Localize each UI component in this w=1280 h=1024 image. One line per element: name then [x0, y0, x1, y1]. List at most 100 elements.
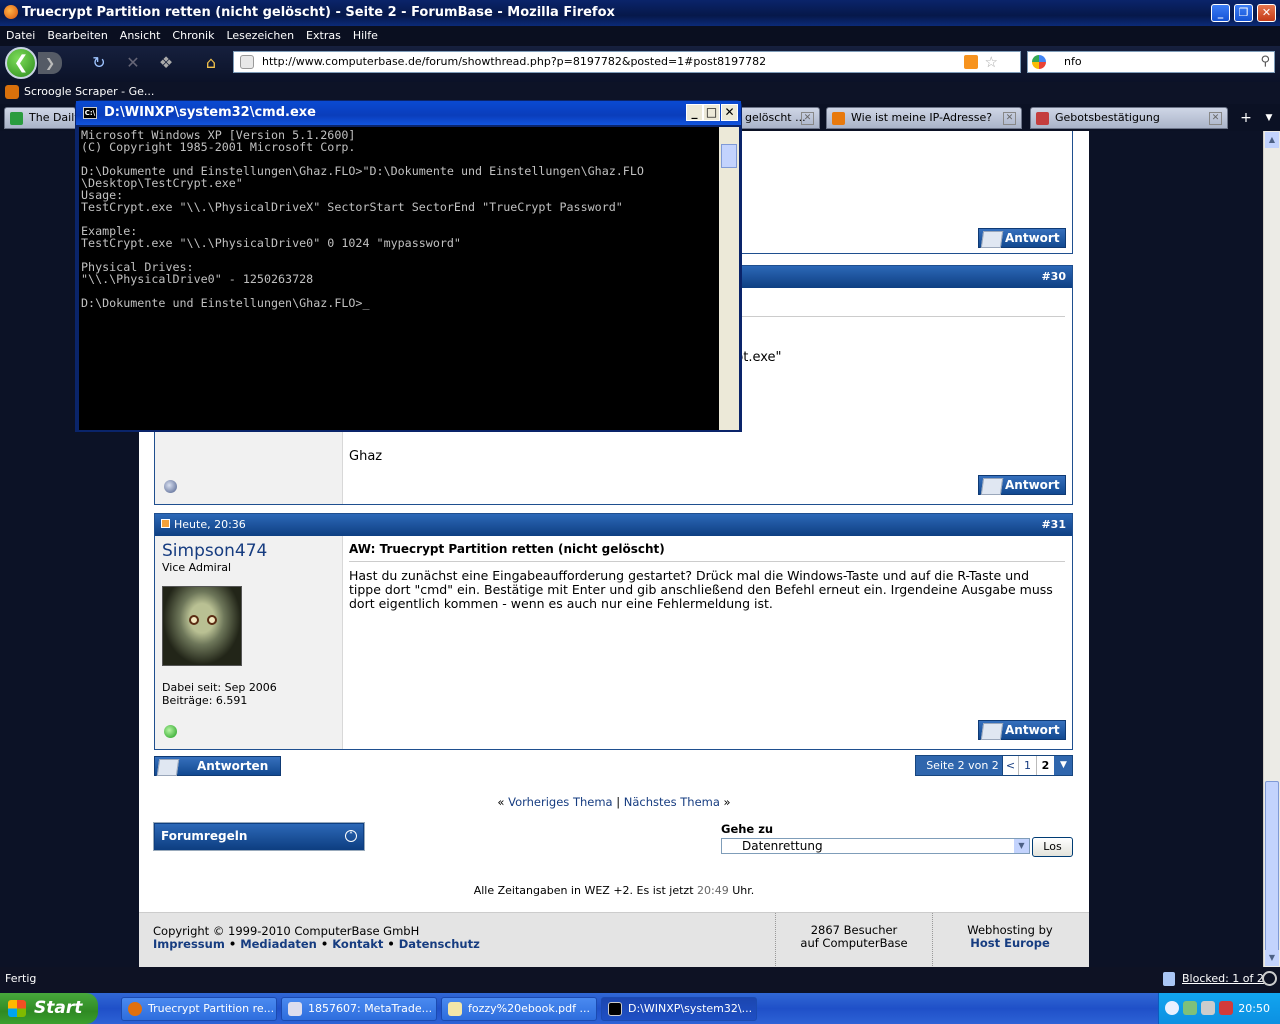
antwort-button-29[interactable]: Antwort	[978, 228, 1066, 248]
scroogle-icon	[5, 85, 19, 99]
skype-icon[interactable]	[1262, 971, 1277, 986]
next-thread-link[interactable]: Nächstes Thema	[624, 795, 720, 809]
tab-favicon	[1036, 112, 1049, 125]
avatar[interactable]	[162, 586, 242, 666]
menu-extras[interactable]: Extras	[300, 26, 347, 45]
scroll-down-arrow[interactable]: ▼	[1265, 950, 1279, 966]
tab-favicon	[832, 112, 845, 125]
post-number[interactable]: #31	[1041, 514, 1066, 535]
dropdown-icon[interactable]: ▼	[1014, 839, 1029, 853]
url-bar[interactable]: http://www.computerbase.de/forum/showthr…	[233, 51, 1021, 73]
adblock-icon[interactable]	[1163, 972, 1175, 986]
cmd-minimize-button[interactable]: _	[686, 104, 703, 121]
search-icon[interactable]: ⚲	[1260, 52, 1270, 72]
search-bar[interactable]: nfo ⚲	[1027, 51, 1275, 73]
stop-icon[interactable]: ✕	[122, 52, 144, 74]
page-scrollbar[interactable]: ▲ ▼	[1263, 131, 1280, 967]
search-input[interactable]: nfo	[1064, 55, 1082, 68]
pager-label: Seite 2 von 2	[926, 759, 999, 772]
status-text: Fertig	[5, 972, 37, 985]
pager-page-1[interactable]: 1	[1018, 756, 1036, 775]
goto-button[interactable]: Los	[1032, 837, 1073, 857]
tab-ip-adresse[interactable]: Wie ist meine IP-Adresse? ✕	[826, 107, 1022, 129]
antwort-button-30[interactable]: Antwort	[978, 475, 1066, 495]
back-button[interactable]: ❮	[5, 47, 37, 79]
console-line: TestCrypt.exe "\\.\PhysicalDriveX" Secto…	[81, 200, 623, 214]
scroll-thumb[interactable]	[1265, 781, 1279, 961]
username[interactable]: Simpson474	[162, 541, 267, 561]
cmd-console-output[interactable]: Microsoft Windows XP [Version 5.1.2600](…	[79, 127, 719, 430]
task-cmd[interactable]: D:\WINXP\system32\...	[601, 997, 757, 1021]
tab-close-icon[interactable]: ✕	[1209, 112, 1222, 125]
datenschutz-link[interactable]: Datenschutz	[399, 937, 480, 951]
time-info: Alle Zeitangaben in WEZ +2. Es ist jetzt…	[139, 884, 1089, 897]
prev-arrow: «	[497, 795, 509, 809]
tab-gebotsbestaetigung[interactable]: Gebotsbestätigung ✕	[1030, 107, 1228, 129]
goto-select[interactable]: Datenrettung ▼	[721, 838, 1030, 854]
cmd-close-button[interactable]: ✕	[721, 104, 738, 121]
visitor-count: 2867 Besucher auf ComputerBase	[775, 913, 933, 968]
tab-daily[interactable]: The Daily	[4, 107, 76, 129]
new-tab-button[interactable]: +	[1236, 107, 1256, 129]
collapse-icon[interactable]: ˄	[345, 830, 357, 842]
task-firefox[interactable]: Truecrypt Partition re...	[121, 997, 277, 1021]
tab-list-button[interactable]: ▼	[1260, 107, 1278, 129]
blocked-count[interactable]: Blocked: 1 of 2	[1182, 967, 1264, 991]
menu-chronik[interactable]: Chronik	[166, 26, 220, 45]
forumregeln-panel[interactable]: Forumregeln ˄	[153, 822, 365, 851]
antworten-button[interactable]: Antworten	[154, 756, 281, 776]
cmd-scroll-thumb[interactable]	[721, 144, 737, 168]
bookmark-manager-icon[interactable]: ❖	[155, 52, 177, 74]
bookmark-scroogle[interactable]: Scroogle Scraper - Ge...	[24, 85, 154, 98]
menu-datei[interactable]: Datei	[0, 26, 41, 45]
task-metatrader[interactable]: 1857607: MetaTrade...	[281, 997, 437, 1021]
star-icon[interactable]: ☆	[985, 52, 998, 72]
cmd-scrollbar[interactable]	[719, 127, 739, 430]
next-arrow: »	[719, 795, 731, 809]
time-text: Alle Zeitangaben in WEZ +2. Es ist jetzt	[473, 884, 694, 897]
network-icon[interactable]	[1183, 1001, 1197, 1015]
goto-label: Gehe zu	[721, 822, 774, 836]
tab-close-icon[interactable]: ✕	[1003, 112, 1016, 125]
cmd-icon	[608, 1002, 622, 1016]
pager-dropdown-icon[interactable]: ▼	[1054, 756, 1073, 775]
rss-icon[interactable]	[964, 55, 978, 69]
cmd-maximize-button[interactable]: □	[703, 104, 720, 121]
tray-expand-icon[interactable]	[1165, 1001, 1179, 1015]
menu-lesezeichen[interactable]: Lesezeichen	[220, 26, 300, 45]
tab-close-icon[interactable]: ✕	[801, 112, 814, 125]
cmd-window[interactable]: C:\ D:\WINXP\system32\cmd.exe _ □ ✕ Micr…	[75, 100, 742, 432]
menu-hilfe[interactable]: Hilfe	[347, 26, 384, 45]
prev-thread-link[interactable]: Vorheriges Thema	[508, 795, 612, 809]
post-divider	[349, 561, 1065, 562]
menu-bearbeiten[interactable]: Bearbeiten	[41, 26, 113, 45]
separator: |	[616, 795, 621, 809]
minimize-button[interactable]: _	[1211, 4, 1230, 22]
task-pdf[interactable]: fozzy%20ebook.pdf ...	[441, 997, 597, 1021]
task-label: 1857607: MetaTrade...	[308, 1002, 433, 1015]
close-button[interactable]: ✕	[1257, 4, 1276, 22]
security-icon[interactable]	[1201, 1001, 1215, 1015]
cmd-title-bar[interactable]: C:\ D:\WINXP\system32\cmd.exe _ □ ✕	[76, 101, 741, 125]
forward-button[interactable]: ❯	[38, 52, 62, 74]
google-icon[interactable]	[1032, 55, 1046, 69]
host-europe-link[interactable]: Host Europe	[939, 937, 1081, 950]
post-title: AW: Truecrypt Partition retten (nicht ge…	[349, 542, 665, 556]
antwort-button-31[interactable]: Antwort	[978, 720, 1066, 740]
reload-icon[interactable]: ↻	[88, 52, 110, 74]
scroll-up-arrow[interactable]: ▲	[1265, 132, 1279, 148]
offline-status-icon	[164, 480, 177, 493]
kontakt-link[interactable]: Kontakt	[332, 937, 383, 951]
menu-ansicht[interactable]: Ansicht	[114, 26, 167, 45]
firefox-icon	[128, 1002, 142, 1016]
post-30-signature: Ghaz	[349, 449, 383, 464]
mediadaten-link[interactable]: Mediadaten	[240, 937, 317, 951]
pager-page-2[interactable]: 2	[1036, 756, 1054, 775]
pager-prev[interactable]: <	[1002, 756, 1018, 775]
antivirus-icon[interactable]	[1219, 1001, 1233, 1015]
home-icon[interactable]: ⌂	[200, 52, 222, 74]
post-number[interactable]: #30	[1041, 266, 1066, 287]
impressum-link[interactable]: Impressum	[153, 937, 225, 951]
start-button[interactable]: Start	[0, 993, 98, 1024]
maximize-button[interactable]: ❐	[1234, 4, 1253, 22]
